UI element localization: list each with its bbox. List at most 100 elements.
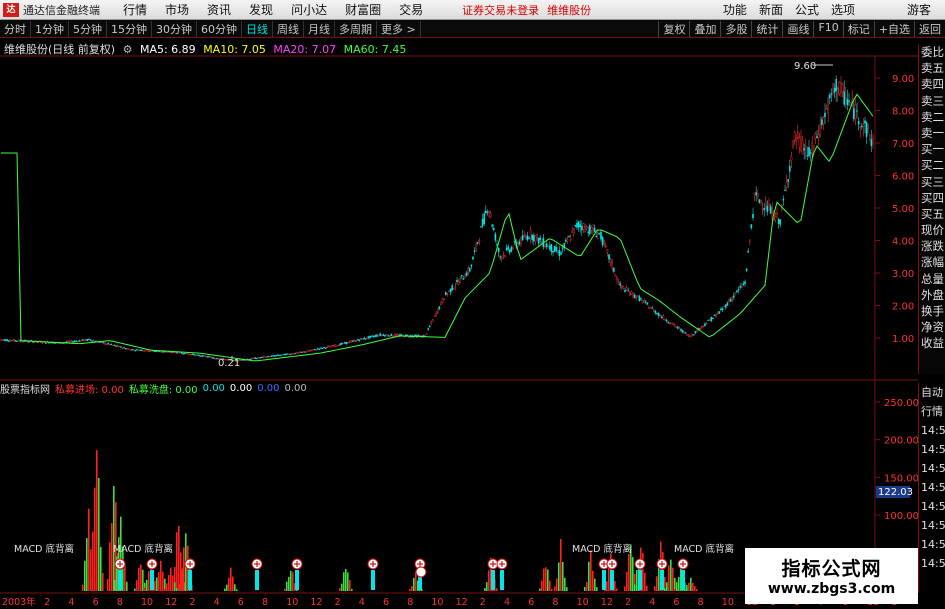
tab-daily[interactable]: 日线 — [242, 20, 273, 37]
candle-body — [289, 353, 292, 356]
tab-weekly[interactable]: 周线 — [273, 20, 304, 37]
menu-new-page[interactable]: 新面 — [753, 1, 789, 18]
btn-f10[interactable]: F10 — [813, 20, 842, 37]
candle-body — [505, 248, 508, 251]
indicator-bar — [656, 576, 658, 591]
indicator-bar — [90, 549, 92, 591]
indicator-bar — [415, 571, 417, 591]
tab-15min[interactable]: 15分钟 — [107, 20, 152, 37]
indicator-bar — [148, 571, 150, 591]
candle-body — [21, 341, 23, 343]
tab-multi-period[interactable]: 多周期 — [335, 20, 377, 37]
candle-body — [51, 341, 53, 344]
settings-gear-icon[interactable]: ⚙ — [123, 43, 133, 56]
btn-overlay[interactable]: 叠加 — [689, 20, 720, 37]
tab-1min[interactable]: 1分钟 — [31, 20, 69, 37]
candle-body — [81, 339, 84, 341]
indicator-bar — [626, 571, 628, 591]
x-tick-label: 12 — [165, 597, 177, 608]
candle-body — [449, 288, 452, 293]
menu-item-wealth[interactable]: 财富圈 — [336, 1, 390, 18]
indicator-bar — [185, 533, 187, 591]
tab-intraday[interactable]: 分时 — [0, 20, 31, 37]
candle-body — [441, 298, 444, 303]
indicator-bar — [134, 588, 136, 591]
indicator-bar — [230, 567, 232, 591]
quote-row: 现价 — [921, 223, 944, 238]
menu-item-ask[interactable]: 问小达 — [282, 1, 336, 18]
candle-body — [24, 339, 26, 342]
btn-adjust[interactable]: 复权 — [658, 20, 689, 37]
tab-more[interactable]: 更多 > — [377, 20, 421, 37]
indicator-header: 股票指标网 私募进场: 0.00 私募洗盘: 0.00 0.00 0.00 0.… — [0, 381, 875, 396]
tick-row[interactable]: 自动 — [919, 383, 945, 402]
ma5-label: MA5: 6.89 — [139, 43, 196, 56]
candle-body — [536, 234, 538, 238]
candle-body — [360, 338, 362, 340]
menu-item-discover[interactable]: 发现 — [240, 1, 282, 18]
candle-body — [758, 199, 761, 203]
candle-body — [533, 235, 535, 242]
indicator-bar — [115, 502, 117, 591]
signal-marker-icon — [114, 558, 126, 570]
indicator-bar — [680, 563, 682, 591]
indicator-bar — [634, 584, 636, 591]
candle-body — [582, 223, 585, 230]
btn-stats[interactable]: 统计 — [751, 20, 782, 37]
candle-body — [595, 236, 597, 238]
indicator-bar — [632, 557, 634, 591]
indicator-bar — [610, 553, 612, 591]
btn-mark[interactable]: 标记 — [842, 20, 874, 37]
indicator-bar — [116, 556, 118, 591]
menu-function[interactable]: 功能 — [717, 1, 753, 18]
candle-body — [233, 359, 236, 362]
indicator-bar — [688, 582, 690, 591]
candle-body — [104, 342, 106, 345]
macd-label-3: MACD 底背离 — [572, 543, 632, 555]
menu-item-market[interactable]: 市场 — [156, 1, 198, 18]
tab-monthly[interactable]: 月线 — [304, 20, 335, 37]
btn-add-watchlist[interactable]: +自选 — [873, 20, 914, 37]
indicator-name[interactable]: 股票指标网 — [0, 381, 50, 396]
candle-body — [617, 281, 620, 285]
tick-row[interactable]: 行情 — [919, 402, 945, 421]
tab-60min[interactable]: 60分钟 — [197, 20, 242, 37]
candle-body — [446, 293, 449, 295]
stock-name[interactable]: 维维股份(日线 前复权) — [4, 43, 115, 56]
candle-body — [685, 332, 687, 334]
candle-body — [477, 242, 479, 244]
menu-options[interactable]: 选项 — [825, 1, 861, 18]
btn-multi-stock[interactable]: 多股 — [720, 20, 751, 37]
macd-label-4: MACD 底背离 — [674, 543, 734, 555]
candle-body — [187, 353, 190, 355]
candle-body — [184, 352, 186, 355]
candle-body — [62, 342, 65, 344]
candle-body — [549, 245, 551, 250]
candle-body — [241, 359, 244, 361]
btn-draw[interactable]: 画线 — [782, 20, 813, 37]
indicator-bar — [492, 574, 494, 591]
candle-body — [419, 335, 422, 337]
candle-body — [302, 351, 305, 353]
candle-body — [9, 340, 12, 342]
candle-body — [397, 334, 399, 336]
tab-5min[interactable]: 5分钟 — [69, 20, 107, 37]
quote-row: 卖二 — [921, 109, 944, 124]
menu-formula[interactable]: 公式 — [789, 1, 825, 18]
btn-back[interactable]: 返回 — [914, 20, 945, 37]
menu-item-trade[interactable]: 交易 — [390, 1, 432, 18]
signal-bar — [681, 570, 685, 590]
candle-body — [862, 124, 865, 127]
candle-body — [301, 351, 303, 353]
candle-body — [398, 334, 401, 337]
signal-bar — [638, 570, 642, 590]
indicator-bar — [119, 579, 121, 591]
candle-body — [632, 292, 634, 297]
trade-login-notice[interactable]: 证券交易未登录 — [462, 2, 539, 18]
candle-body — [648, 307, 650, 309]
candle-body — [273, 355, 276, 357]
guest-user[interactable]: 游客 — [901, 1, 937, 18]
menu-item-quotes[interactable]: 行情 — [114, 1, 156, 18]
menu-item-news[interactable]: 资讯 — [198, 1, 240, 18]
tab-30min[interactable]: 30分钟 — [152, 20, 197, 37]
